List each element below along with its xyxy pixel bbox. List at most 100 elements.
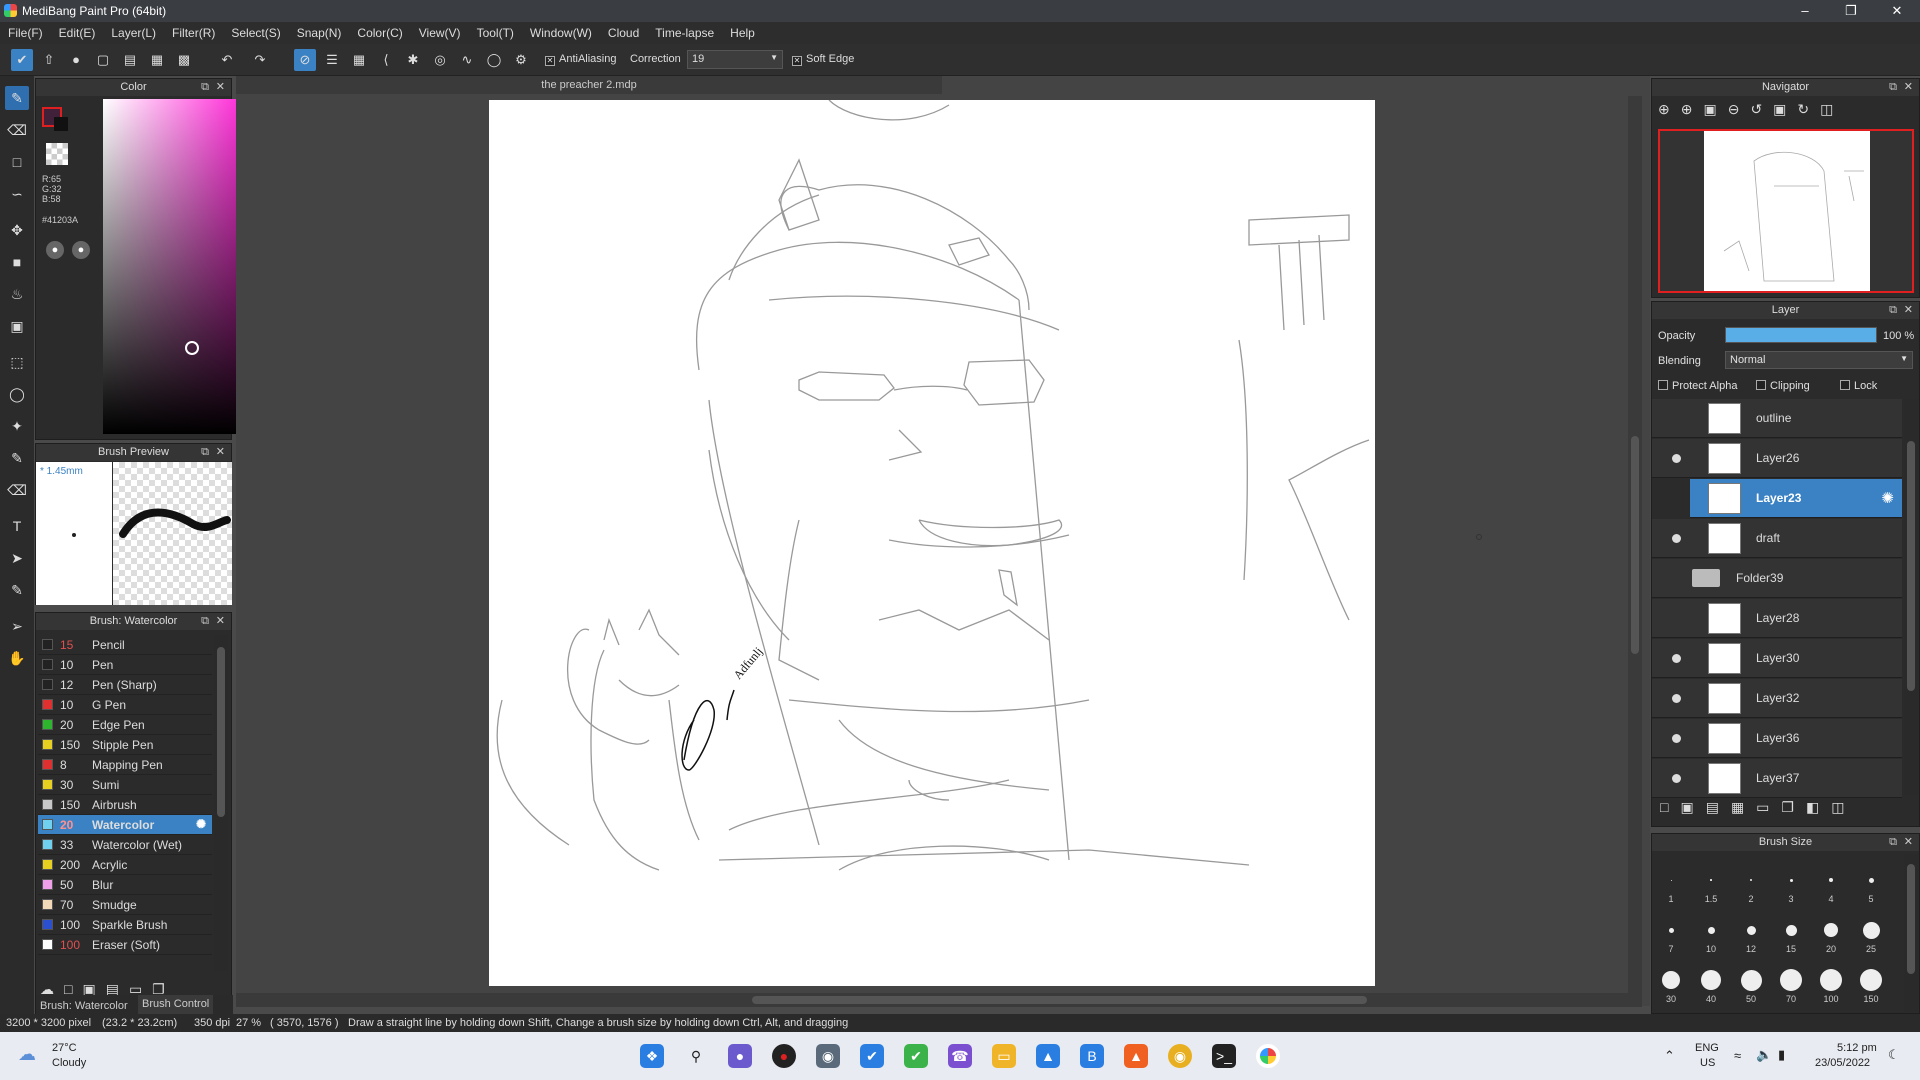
viber-icon[interactable]: ☎ (948, 1044, 972, 1068)
parallel-snap-icon[interactable]: ☰ (321, 49, 343, 71)
popout-icon[interactable]: ⧉ (1889, 834, 1897, 851)
brush-size-dot[interactable] (1824, 923, 1838, 937)
keyboard-layout[interactable]: US (1700, 1057, 1715, 1069)
menu-view[interactable]: View(V) (411, 22, 469, 40)
brush-size-dot[interactable] (1785, 924, 1797, 936)
popout-icon[interactable]: ⧉ (201, 444, 209, 461)
brush-size-dot[interactable] (1780, 969, 1802, 991)
app-store-icon[interactable]: ▲ (1036, 1044, 1060, 1068)
notification-icon[interactable]: ☾ (1888, 1047, 1900, 1063)
secondary-color-swatch[interactable] (54, 117, 68, 131)
rotate-right-icon[interactable]: ↻ (1797, 101, 1820, 117)
magic-wand-tool-icon[interactable]: ✦ (5, 414, 29, 438)
redo-icon[interactable]: ↷ (249, 49, 271, 71)
divide-tool-icon[interactable]: ✎ (5, 578, 29, 602)
minimize-icon[interactable]: – (1782, 0, 1828, 22)
fit-window-icon[interactable]: ▣ (1773, 101, 1797, 117)
zoom-out-icon[interactable]: ⊖ (1728, 101, 1751, 117)
search-icon[interactable]: ⚲ (684, 1044, 708, 1068)
brush-size-dot[interactable] (1662, 971, 1680, 989)
fill-tool-icon[interactable]: ♨ (5, 282, 29, 306)
blur-tool-icon[interactable]: ∽ (5, 182, 29, 206)
chevron-up-icon[interactable]: ⌃ (1664, 1048, 1675, 1064)
opacity-slider[interactable] (1725, 327, 1877, 343)
soft-edge-checkbox[interactable]: ✕ Soft Edge (792, 53, 854, 66)
layer-settings-icon[interactable]: ✺ (1881, 489, 1894, 507)
menu-edit[interactable]: Edit(E) (51, 22, 104, 40)
visibility-icon[interactable] (1672, 654, 1681, 663)
clipping-checkbox[interactable]: Clipping (1756, 380, 1810, 392)
horizontal-scrollbar[interactable] (236, 993, 1642, 1007)
popout-icon[interactable]: ⧉ (201, 79, 209, 96)
undo-icon[interactable]: ↶ (216, 49, 238, 71)
clock-time[interactable]: 5:12 pm (1837, 1042, 1877, 1054)
saturation-value-picker[interactable] (103, 99, 241, 434)
page-list-icon[interactable]: ▦ (146, 49, 168, 71)
visibility-icon[interactable] (1672, 534, 1681, 543)
new-halftone-layer-icon[interactable]: ▣ (1680, 799, 1705, 815)
color-picker-cursor[interactable] (185, 341, 199, 355)
brush-item[interactable]: 12 Pen (Sharp) (38, 675, 212, 695)
popout-icon[interactable]: ⧉ (201, 613, 209, 630)
app-icon[interactable]: ◉ (816, 1044, 840, 1068)
radial-snap-icon[interactable]: ✱ (402, 49, 424, 71)
battery-icon[interactable]: ▮ (1778, 1047, 1785, 1063)
layer-row[interactable]: draft (1652, 519, 1902, 558)
brush-item[interactable]: 10 G Pen (38, 695, 212, 715)
zoom-fit-icon[interactable]: ⊕ (1658, 101, 1681, 117)
select-tool-icon[interactable]: ⬚ (5, 350, 29, 374)
layer-row[interactable]: Layer23 ✺ (1690, 479, 1902, 518)
file-explorer-icon[interactable]: ▭ (992, 1044, 1016, 1068)
brush-size-dot[interactable] (1868, 877, 1874, 883)
visibility-icon[interactable] (1672, 454, 1681, 463)
layer-row[interactable]: Layer30 (1652, 639, 1902, 678)
page-icon[interactable]: ▤ (119, 49, 141, 71)
correction-select[interactable]: 19 ▼ (687, 50, 783, 69)
menu-window[interactable]: Window(W) (522, 22, 600, 40)
brush-item[interactable]: 33 Watercolor (Wet) (38, 835, 212, 855)
new-folder-icon[interactable]: ▭ (1756, 799, 1781, 815)
zoom-actual-icon[interactable]: ▣ (1703, 101, 1727, 117)
close-icon[interactable]: ✕ (216, 79, 225, 96)
drawing-canvas[interactable]: Adfunlj (489, 100, 1375, 986)
popout-icon[interactable]: ⧉ (1889, 79, 1897, 96)
start-icon[interactable]: ❖ (640, 1044, 664, 1068)
menu-timelapse[interactable]: Time-lapse (647, 22, 722, 40)
visibility-icon[interactable] (1672, 774, 1681, 783)
cloud-save-icon[interactable]: ✔ (11, 49, 33, 71)
palette-add-icon[interactable]: ● (72, 241, 90, 259)
scrollbar-thumb[interactable] (1631, 436, 1639, 654)
brush-item[interactable]: 200 Acrylic (38, 855, 212, 875)
scrollbar-thumb[interactable] (217, 647, 225, 817)
brush-item[interactable]: 20 Watercolor ✺ (38, 815, 212, 835)
vertical-scrollbar[interactable] (1628, 96, 1642, 994)
layer-row[interactable]: Layer36 (1652, 719, 1902, 758)
menu-help[interactable]: Help (722, 22, 763, 40)
dot-tool-icon[interactable]: □ (5, 150, 29, 174)
circle-snap-icon[interactable]: ◯ (483, 49, 505, 71)
brush-size-dot[interactable] (1707, 926, 1715, 934)
hand-tool-icon[interactable]: ✋ (5, 646, 29, 670)
share-icon[interactable]: ⇧ (38, 49, 60, 71)
new-layer-icon[interactable]: □ (1660, 799, 1680, 815)
restore-icon[interactable]: ❐ (1828, 0, 1874, 22)
move-tool-icon[interactable]: ✥ (5, 218, 29, 242)
select-eraser-tool-icon[interactable]: ⌫ (5, 478, 29, 502)
blending-select[interactable]: Normal ▼ (1725, 351, 1913, 369)
layer-row[interactable]: outline (1652, 399, 1902, 438)
comment-icon[interactable]: ▢ (92, 49, 114, 71)
protect-alpha-checkbox[interactable]: Protect Alpha (1658, 380, 1737, 392)
brush-size-dot[interactable] (1746, 925, 1756, 935)
delete-layer-icon[interactable]: ◫ (1831, 799, 1856, 815)
menu-select[interactable]: Select(S) (223, 22, 288, 40)
rotate-left-icon[interactable]: ↺ (1750, 101, 1773, 117)
text-tool-icon[interactable]: T (5, 514, 29, 538)
shape-tool-icon[interactable]: ■ (5, 250, 29, 274)
layer-row[interactable]: Layer26 (1652, 439, 1902, 478)
brush-item[interactable]: 100 Eraser (Soft) (38, 935, 212, 955)
brush-item[interactable]: 8 Mapping Pen (38, 755, 212, 775)
select-pen-tool-icon[interactable]: ✎ (5, 446, 29, 470)
scrollbar-thumb[interactable] (1907, 864, 1915, 974)
tab-brush-control[interactable]: Brush Control (138, 995, 214, 1014)
duplicate-layer-icon[interactable]: ❐ (1781, 799, 1806, 815)
